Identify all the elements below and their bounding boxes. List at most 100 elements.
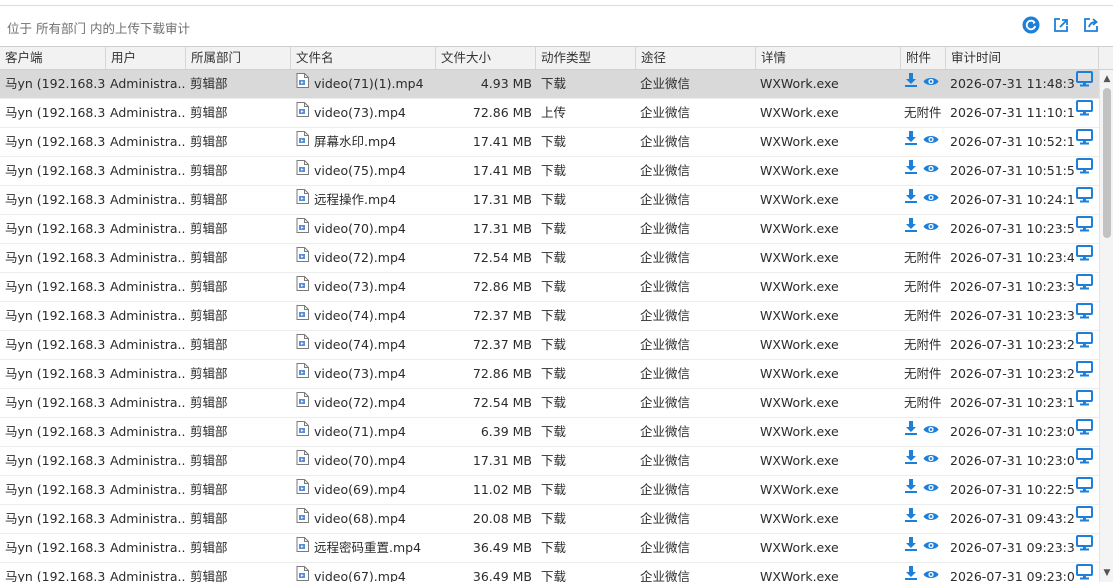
cell-action-type: 下载 (541, 221, 567, 236)
cell-audit-time: 2026-07-31 11:48:32 (950, 76, 1075, 91)
table-row[interactable]: 马yn (192.168.3... Administra... 剪辑部 远程操作.mp… (0, 186, 1099, 215)
download-icon[interactable] (904, 157, 918, 184)
col-client[interactable]: 客户端 (0, 47, 106, 69)
view-screen-monitor-icon[interactable] (1076, 418, 1096, 446)
export-icon[interactable] (1051, 15, 1071, 35)
video-file-icon (296, 331, 309, 359)
view-screen-monitor-icon[interactable] (1076, 70, 1096, 98)
cell-attachment: 无附件 (904, 337, 942, 352)
filename-text: video(71).mp4 (314, 424, 406, 439)
view-screen-monitor-icon[interactable] (1076, 215, 1096, 243)
col-user[interactable]: 用户 (106, 47, 186, 69)
download-icon[interactable] (904, 186, 918, 213)
table-row[interactable]: 马yn (192.168.3... Administra... 剪辑部 video(7… (0, 70, 1099, 99)
download-icon[interactable] (904, 534, 918, 561)
preview-eye-icon[interactable] (923, 186, 939, 213)
view-screen-monitor-icon[interactable] (1076, 505, 1096, 533)
table-row[interactable]: 马yn (192.168.3... Administra... 剪辑部 video(7… (0, 302, 1099, 331)
table-row[interactable]: 马yn (192.168.3... Administra... 剪辑部 video(7… (0, 331, 1099, 360)
col-attachment[interactable]: 附件 (901, 47, 946, 69)
cell-attachment (904, 505, 946, 533)
cell-client: 马yn (192.168.3... (5, 221, 105, 236)
preview-eye-icon[interactable] (923, 563, 939, 582)
table-row[interactable]: 马yn (192.168.3... Administra... 剪辑部 video(7… (0, 99, 1099, 128)
table-row[interactable]: 马yn (192.168.3... Administra... 剪辑部 video(7… (0, 244, 1099, 273)
cell-department: 剪辑部 (190, 395, 228, 410)
preview-eye-icon[interactable] (923, 215, 939, 242)
preview-eye-icon[interactable] (923, 157, 939, 184)
table-row[interactable]: 马yn (192.168.3... Administra... 剪辑部 video(7… (0, 418, 1099, 447)
col-channel[interactable]: 途径 (636, 47, 756, 69)
cell-audit-time: 2026-07-31 11:10:10 (950, 105, 1075, 120)
view-screen-monitor-icon[interactable] (1076, 99, 1096, 127)
cell-client: 马yn (192.168.3... (5, 76, 105, 91)
table-row[interactable]: 马yn (192.168.3... Administra... 剪辑部 video(7… (0, 215, 1099, 244)
view-screen-monitor-icon[interactable] (1076, 128, 1096, 156)
view-screen-monitor-icon[interactable] (1076, 360, 1096, 388)
preview-eye-icon[interactable] (923, 505, 939, 532)
preview-eye-icon[interactable] (923, 128, 939, 155)
view-screen-monitor-icon[interactable] (1076, 563, 1096, 582)
view-screen-monitor-icon[interactable] (1076, 244, 1096, 272)
col-department[interactable]: 所属部门 (186, 47, 291, 69)
view-screen-monitor-icon[interactable] (1076, 273, 1096, 301)
view-screen-monitor-icon[interactable] (1076, 534, 1096, 562)
refresh-icon[interactable] (1021, 15, 1041, 35)
view-screen-monitor-icon[interactable] (1076, 331, 1096, 359)
cell-filesize: 72.54 MB (472, 250, 532, 265)
view-screen-monitor-icon[interactable] (1076, 157, 1096, 185)
table-row[interactable]: 马yn (192.168.3... Administra... 剪辑部 video(6… (0, 505, 1099, 534)
cell-detail: WXWork.exe (760, 511, 839, 526)
cell-filename: 远程操作.mp4 (296, 186, 434, 214)
table-row[interactable]: 马yn (192.168.3... Administra... 剪辑部 远程密码重置.… (0, 534, 1099, 563)
table-row[interactable]: 马yn (192.168.3... Administra... 剪辑部 video(7… (0, 360, 1099, 389)
view-screen-monitor-icon[interactable] (1076, 476, 1096, 504)
preview-eye-icon[interactable] (923, 418, 939, 445)
view-screen-monitor-icon[interactable] (1076, 186, 1096, 214)
filename-text: 远程操作.mp4 (314, 192, 397, 207)
download-icon[interactable] (904, 418, 918, 445)
preview-eye-icon[interactable] (923, 70, 939, 97)
cell-filesize: 6.39 MB (480, 424, 532, 439)
col-action-type[interactable]: 动作类型 (536, 47, 636, 69)
view-screen-monitor-icon[interactable] (1076, 447, 1096, 475)
table-row[interactable]: 马yn (192.168.3... Administra... 剪辑部 video(7… (0, 157, 1099, 186)
preview-eye-icon[interactable] (923, 534, 939, 561)
share-icon[interactable] (1081, 15, 1101, 35)
col-filesize[interactable]: 文件大小 (436, 47, 536, 69)
cell-action-type: 上传 (541, 105, 567, 120)
download-icon[interactable] (904, 476, 918, 503)
download-icon[interactable] (904, 128, 918, 155)
vertical-scrollbar[interactable]: ▲ ▼ (1099, 70, 1113, 582)
view-screen-monitor-icon[interactable] (1076, 389, 1096, 417)
scroll-up-icon[interactable]: ▲ (1100, 72, 1113, 86)
download-icon[interactable] (904, 215, 918, 242)
filename-text: video(72).mp4 (314, 250, 406, 265)
cell-attachment: 无附件 (904, 366, 942, 381)
cell-department: 剪辑部 (190, 163, 228, 178)
cell-attachment (904, 70, 946, 98)
table-row[interactable]: 马yn (192.168.3... Administra... 剪辑部 video(7… (0, 447, 1099, 476)
download-icon[interactable] (904, 70, 918, 97)
view-screen-monitor-icon[interactable] (1076, 302, 1096, 330)
preview-eye-icon[interactable] (923, 447, 939, 474)
table-row[interactable]: 马yn (192.168.3... Administra... 剪辑部 video(7… (0, 273, 1099, 302)
download-icon[interactable] (904, 563, 918, 582)
table-row[interactable]: 马yn (192.168.3... Administra... 剪辑部 video(7… (0, 389, 1099, 418)
scroll-down-icon[interactable]: ▼ (1100, 566, 1113, 580)
col-audit-time[interactable]: 审计时间 (946, 47, 1099, 69)
table-row[interactable]: 马yn (192.168.3... Administra... 剪辑部 屏幕水印.mp… (0, 128, 1099, 157)
scroll-thumb[interactable] (1103, 88, 1111, 238)
col-filename[interactable]: 文件名 (291, 47, 436, 69)
download-icon[interactable] (904, 505, 918, 532)
cell-channel: 企业微信 (640, 569, 691, 582)
filename-text: video(74).mp4 (314, 337, 406, 352)
table-row[interactable]: 马yn (192.168.3... Administra... 剪辑部 video(6… (0, 563, 1099, 582)
download-icon[interactable] (904, 447, 918, 474)
cell-audit-time: 2026-07-31 10:23:48 (950, 250, 1075, 265)
preview-eye-icon[interactable] (923, 476, 939, 503)
col-detail[interactable]: 详情 (756, 47, 901, 69)
cell-user: Administra... (110, 192, 185, 207)
cell-filesize: 72.37 MB (472, 308, 532, 323)
table-row[interactable]: 马yn (192.168.3... Administra... 剪辑部 video(6… (0, 476, 1099, 505)
